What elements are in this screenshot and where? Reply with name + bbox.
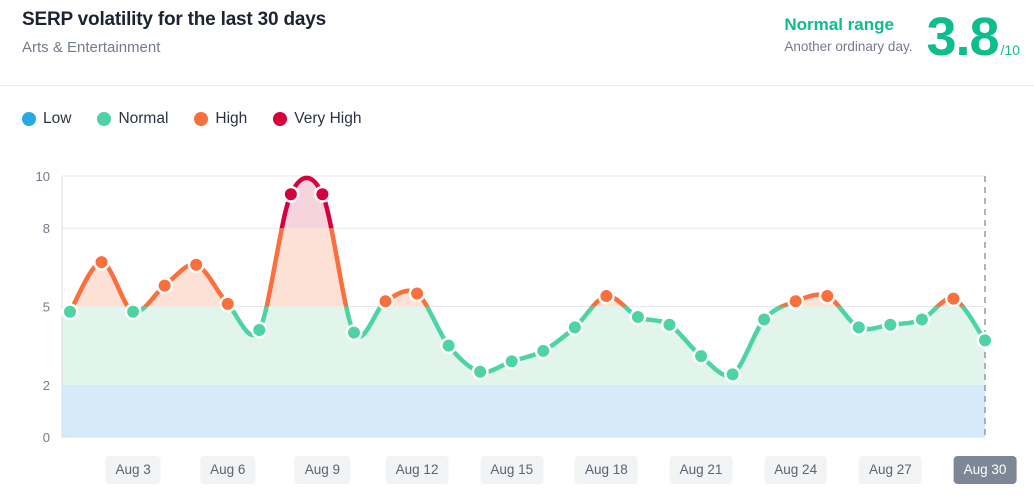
legend-item-very-high[interactable]: Very High: [273, 110, 361, 128]
data-point[interactable]: [852, 321, 865, 334]
data-point[interactable]: [316, 188, 329, 201]
band-left-cap: [62, 384, 70, 437]
y-tick-labels: 0 2 5 8 10: [36, 169, 50, 445]
legend-item-label: High: [215, 110, 248, 127]
data-point[interactable]: [95, 256, 108, 269]
x-axis-date-pill[interactable]: Aug 6: [200, 456, 256, 484]
x-axis-date-pill[interactable]: Aug 15: [480, 456, 544, 484]
widget-header: SERP volatility for the last 30 days Art…: [0, 0, 1034, 86]
category-subtitle: Arts & Entertainment: [22, 39, 161, 56]
x-axis-date-pill[interactable]: Aug 18: [574, 456, 638, 484]
data-point[interactable]: [284, 188, 297, 201]
data-point[interactable]: [568, 321, 581, 334]
data-point[interactable]: [695, 350, 708, 363]
data-point[interactable]: [442, 339, 455, 352]
data-point[interactable]: [758, 313, 771, 326]
x-axis-date-pill[interactable]: Aug 30: [953, 456, 1017, 484]
chart-x-axis: Aug 3 Aug 6 Aug 9 Aug 12 Aug 15 Aug 18 Aug 21 A…: [0, 456, 1034, 486]
volatility-line-chart: 0 2 5 8 10: [36, 169, 994, 445]
legend-item-normal[interactable]: Normal: [97, 110, 168, 128]
data-point[interactable]: [821, 290, 834, 303]
legend-dot-icon: [97, 112, 112, 126]
data-point[interactable]: [631, 310, 644, 323]
data-point[interactable]: [726, 368, 739, 381]
data-point[interactable]: [379, 295, 392, 308]
score-max: /10: [1000, 42, 1020, 58]
data-point[interactable]: [505, 355, 518, 368]
legend-item-label: Normal: [118, 110, 169, 127]
score-value: 3.8: [926, 7, 999, 67]
data-point[interactable]: [600, 290, 613, 303]
x-axis-date-pill[interactable]: Aug 27: [858, 456, 922, 484]
x-axis-date-pill[interactable]: Aug 24: [764, 456, 828, 484]
data-point[interactable]: [158, 279, 171, 292]
data-point[interactable]: [663, 318, 676, 331]
legend-item-label: Low: [43, 110, 72, 127]
data-point[interactable]: [537, 344, 550, 357]
y-tick-5: 5: [43, 300, 50, 315]
x-axis-date-pill[interactable]: Aug 9: [294, 456, 351, 484]
data-point[interactable]: [789, 295, 802, 308]
x-axis-date-pill[interactable]: Aug 21: [669, 456, 733, 484]
y-tick-8: 8: [43, 221, 50, 236]
header-title-block: SERP volatility for the last 30 days Art…: [22, 8, 326, 58]
data-point[interactable]: [347, 326, 360, 339]
legend-item-label: Very High: [294, 110, 362, 127]
legend-dot-icon: [22, 112, 36, 126]
range-block: Normal range Another ordinary day.: [784, 12, 926, 56]
x-axis-date-pill[interactable]: Aug 3: [105, 456, 161, 484]
y-tick-2: 2: [43, 378, 50, 393]
data-point[interactable]: [884, 318, 897, 331]
x-axis-date-pill[interactable]: Aug 12: [385, 456, 449, 484]
data-point[interactable]: [190, 258, 203, 271]
y-tick-10: 10: [36, 169, 50, 184]
data-point[interactable]: [221, 297, 234, 310]
chart-plot-area: 0 2 5 8 10: [0, 150, 1034, 450]
range-note: Another ordinary day.: [784, 39, 913, 54]
legend-item-low[interactable]: Low: [22, 110, 71, 128]
data-point[interactable]: [411, 287, 424, 300]
legend-dot-icon: [273, 112, 288, 126]
legend-dot-icon: [194, 112, 209, 126]
legend-item-high[interactable]: High: [194, 110, 247, 128]
score-summary: Normal range Another ordinary day. 3.8 /…: [784, 7, 1020, 67]
data-point[interactable]: [979, 334, 991, 347]
serp-volatility-widget: SERP volatility for the last 30 days Art…: [0, 0, 1034, 503]
data-point[interactable]: [64, 305, 76, 318]
data-point[interactable]: [474, 365, 487, 378]
y-tick-0: 0: [43, 430, 50, 445]
page-title: SERP volatility for the last 30 days: [22, 9, 326, 30]
data-point[interactable]: [915, 313, 928, 326]
range-status-label: Normal range: [784, 15, 894, 34]
data-point[interactable]: [127, 305, 140, 318]
data-point[interactable]: [947, 292, 960, 305]
data-point[interactable]: [253, 323, 266, 336]
chart-legend: Low Normal High Very High: [22, 110, 387, 128]
band-left-cap: [62, 311, 70, 385]
score-block: 3.8 /10: [926, 7, 1020, 67]
